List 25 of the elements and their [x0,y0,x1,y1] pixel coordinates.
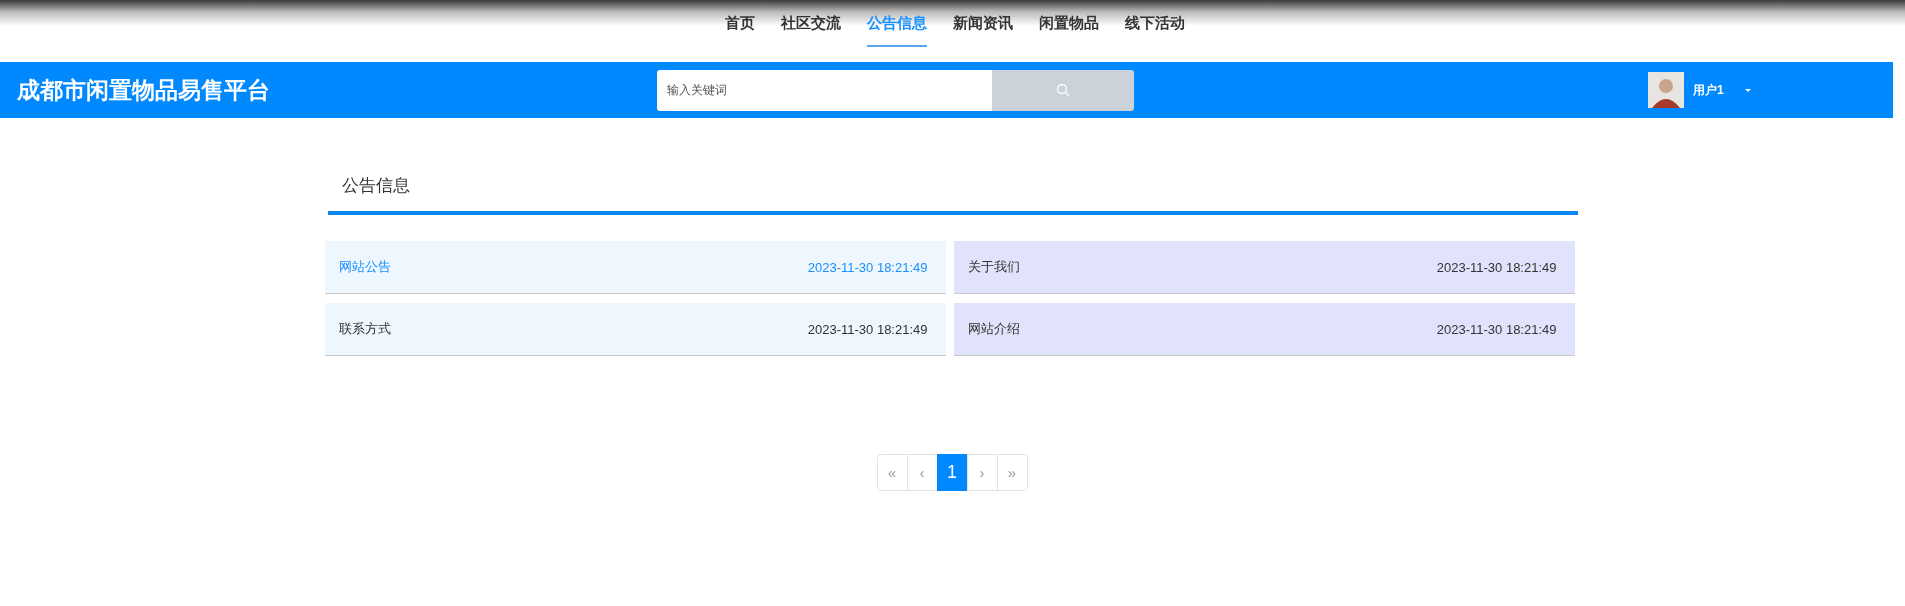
search-icon [1056,83,1070,97]
nav-tab[interactable]: 社区交流 [780,0,841,44]
section-title: 公告信息 [341,176,410,195]
user-name[interactable]: 用户1 [1693,81,1724,99]
notice-title: 联系方式 [338,320,391,338]
notice-card[interactable]: 联系方式 2023-11-30 18:21:49 [324,303,946,356]
page-button[interactable]: 1 [936,454,968,491]
search-button[interactable] [992,69,1134,111]
nav-tab[interactable]: 首页 [724,0,755,44]
caret-icon[interactable] [1743,87,1752,93]
nav-tab[interactable]: 新闻资讯 [952,0,1013,44]
notice-title: 网站介绍 [967,320,1020,338]
notice-card[interactable]: 关于我们 2023-11-30 18:21:49 [953,241,1575,294]
notice-card[interactable]: 网站介绍 2023-11-30 18:21:49 [953,303,1575,356]
nav-tab[interactable]: 线下活动 [1124,0,1185,44]
notice-title: 网站公告 [338,258,391,276]
search-field[interactable]: 输入关键词 [657,69,992,111]
notice-time: 2023-11-30 18:21:49 [1436,321,1557,337]
avatar-icon[interactable] [1648,72,1684,108]
notice-time: 2023-11-30 18:21:49 [1436,259,1557,275]
notice-time: 2023-11-30 18:21:49 [807,321,928,337]
notice-time: 2023-11-30 18:21:49 [807,259,928,275]
site-title: 成都市闲置物品易售平台 [17,75,271,105]
nav-tab[interactable]: 闲置物品 [1038,0,1099,44]
notice-title: 关于我们 [967,258,1020,276]
